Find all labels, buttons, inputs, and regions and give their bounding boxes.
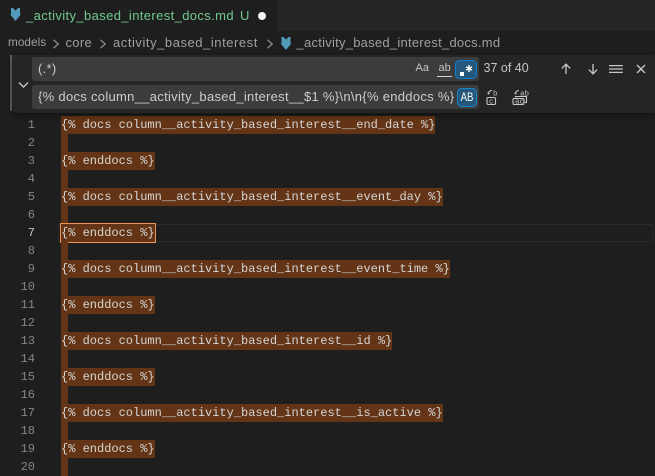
svg-text:c: c [489, 98, 494, 106]
svg-text:ab: ab [520, 91, 529, 99]
svg-text:ac: ac [515, 99, 524, 107]
